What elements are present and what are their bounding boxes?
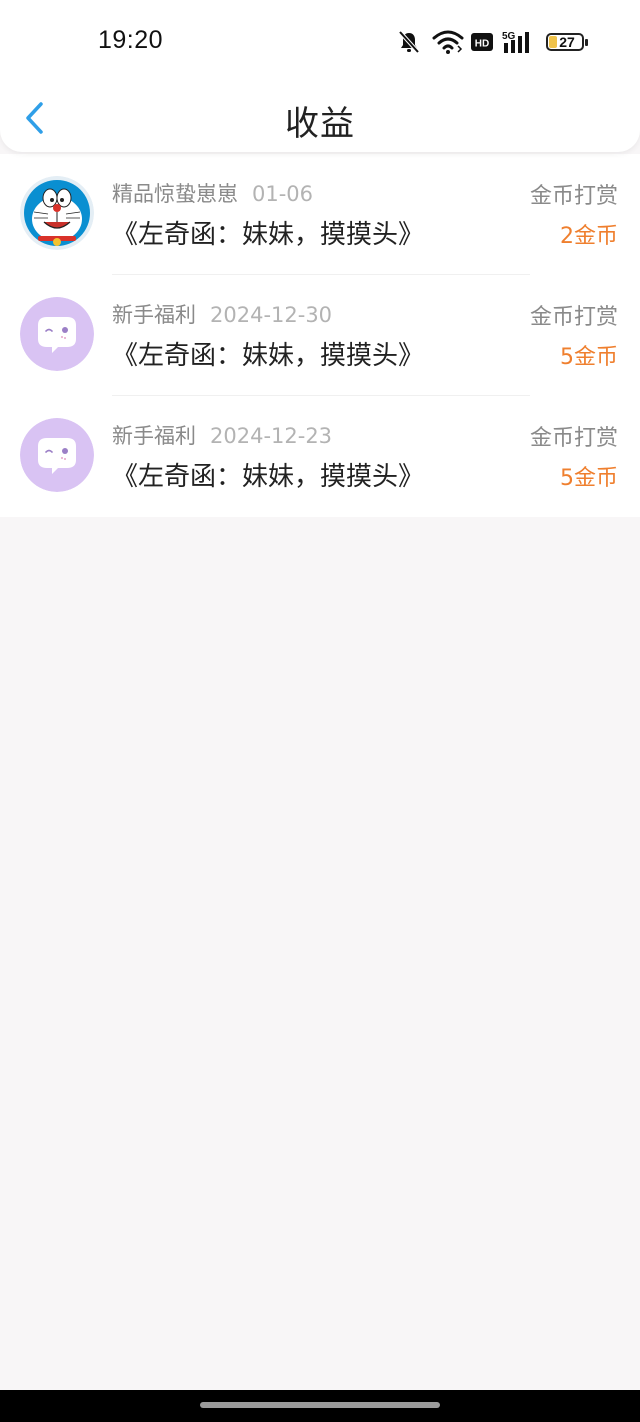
chat-bubble-avatar — [20, 297, 94, 371]
chat-bubble-avatar — [20, 418, 94, 492]
svg-text:HD: HD — [475, 39, 489, 50]
list-item[interactable]: 新手福利 2024-12-23 《左奇函：妹妹，摸摸头》 金币打赏 5金币 — [0, 396, 640, 517]
earnings-list: 精品惊蛰崽崽 01-06 《左奇函：妹妹，摸摸头》 金币打赏 2金币 新手福利 20… — [0, 154, 640, 517]
record-source: 精品惊蛰崽崽 — [112, 182, 238, 206]
status-time: 19:20 — [98, 26, 164, 54]
bell-off-icon — [396, 29, 422, 55]
record-type: 金币打赏 — [529, 426, 618, 451]
record-source: 新手福利 — [112, 303, 196, 327]
status-icons: HD 5G 27 — [396, 28, 588, 56]
record-type: 金币打赏 — [529, 184, 618, 209]
record-type: 金币打赏 — [529, 305, 618, 330]
battery-level: 27 — [559, 34, 575, 50]
record-title: 《左奇函：妹妹，摸摸头》 — [112, 220, 425, 250]
record-amount: 5金币 — [560, 345, 618, 370]
list-item[interactable]: 新手福利 2024-12-30 《左奇函：妹妹，摸摸头》 金币打赏 5金币 — [0, 275, 640, 396]
record-meta: 新手福利 2024-12-23 — [112, 420, 332, 450]
record-amount: 5金币 — [560, 466, 618, 491]
record-title: 《左奇函：妹妹，摸摸头》 — [112, 462, 425, 492]
status-bar: 19:20 HD 5G 27 — [0, 0, 640, 84]
record-date: 2024-12-30 — [210, 303, 333, 327]
record-meta: 精品惊蛰崽崽 01-06 — [112, 178, 313, 208]
signal-5g-icon: 5G — [502, 29, 536, 55]
battery-icon: 27 — [546, 31, 588, 53]
page-title: 收益 — [285, 104, 355, 144]
wifi-icon — [432, 29, 464, 55]
hd-icon: HD — [470, 31, 494, 53]
record-amount: 2金币 — [560, 224, 618, 249]
doraemon-avatar — [20, 176, 94, 250]
app-header: 19:20 HD 5G 27 收益 — [0, 0, 640, 152]
record-source: 新手福利 — [112, 424, 196, 448]
record-title: 《左奇函：妹妹，摸摸头》 — [112, 341, 425, 371]
home-indicator[interactable] — [200, 1402, 440, 1408]
nav-bar: 收益 — [0, 84, 640, 152]
gesture-bar — [0, 1390, 640, 1422]
record-date: 01-06 — [252, 182, 314, 206]
record-date: 2024-12-23 — [210, 424, 333, 448]
record-meta: 新手福利 2024-12-30 — [112, 299, 332, 329]
list-item[interactable]: 精品惊蛰崽崽 01-06 《左奇函：妹妹，摸摸头》 金币打赏 2金币 — [0, 154, 640, 275]
